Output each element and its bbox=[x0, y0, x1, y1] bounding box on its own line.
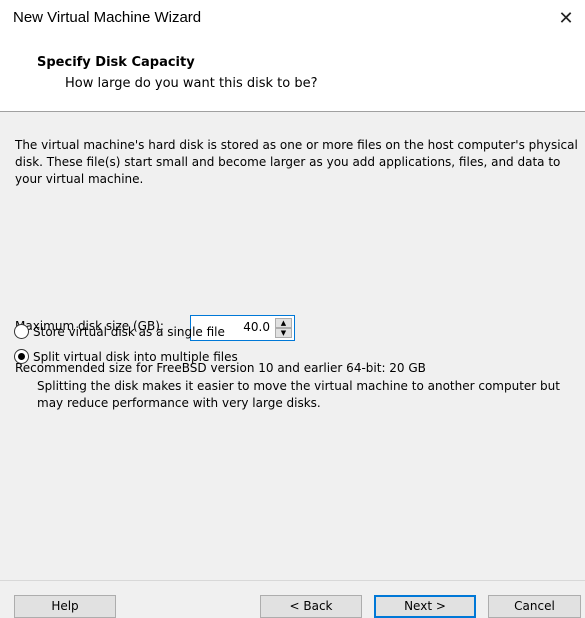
page-subtitle: How large do you want this disk to be? bbox=[65, 76, 318, 91]
single-file-label: Store virtual disk as a single file bbox=[33, 324, 225, 339]
back-button[interactable]: < Back bbox=[260, 595, 362, 618]
split-help-text: Splitting the disk makes it easier to mo… bbox=[37, 379, 560, 410]
cancel-button[interactable]: Cancel bbox=[488, 595, 581, 618]
title-bar: New Virtual Machine Wizard ✕ bbox=[0, 0, 585, 40]
close-icon[interactable]: ✕ bbox=[551, 5, 581, 33]
wizard-body: The virtual machine's hard disk is store… bbox=[0, 112, 585, 580]
multiple-files-label: Split virtual disk into multiple files bbox=[33, 349, 238, 364]
stepper-buttons: ▲ ▼ bbox=[275, 318, 292, 338]
next-button[interactable]: Next > bbox=[374, 595, 476, 618]
multiple-files-option[interactable]: Split virtual disk into multiple files bbox=[14, 349, 238, 364]
window-title: New Virtual Machine Wizard bbox=[13, 9, 202, 26]
help-button[interactable]: Help bbox=[14, 595, 116, 618]
multiple-files-radio[interactable] bbox=[14, 349, 29, 364]
single-file-radio[interactable] bbox=[14, 324, 29, 339]
single-file-option[interactable]: Store virtual disk as a single file bbox=[14, 324, 225, 339]
stepper-down-icon[interactable]: ▼ bbox=[275, 328, 292, 338]
wizard-header: Specify Disk Capacity How large do you w… bbox=[0, 40, 585, 111]
stepper-up-icon[interactable]: ▲ bbox=[275, 318, 292, 328]
disk-description: The virtual machine's hard disk is store… bbox=[15, 138, 578, 186]
page-title: Specify Disk Capacity bbox=[37, 55, 195, 70]
wizard-footer: Help < Back Next > Cancel bbox=[0, 581, 585, 618]
